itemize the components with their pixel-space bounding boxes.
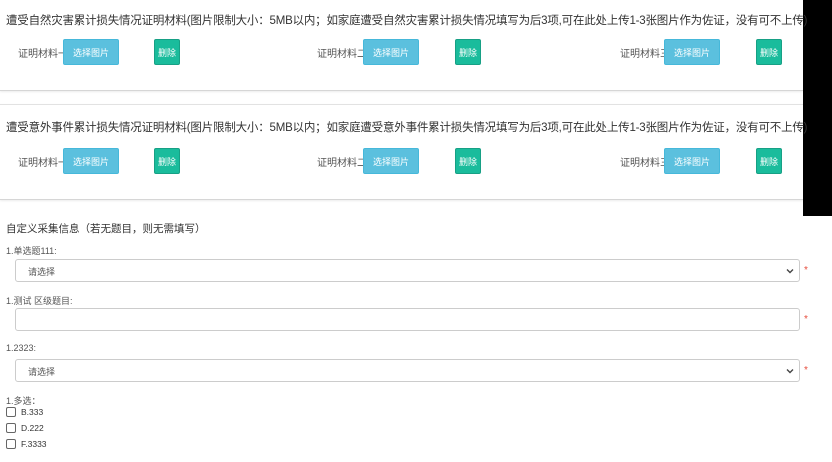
choose-image-button-3[interactable]: 选择图片 [664, 148, 720, 174]
required-mark: * [804, 314, 808, 325]
accident-proof-panel: 遭受意外事件累计损失情况证明材料(图片限制大小：5MB以内；如家庭遭受意外事件累… [0, 104, 808, 200]
question-label: 1.2323: [6, 343, 37, 353]
checkbox[interactable] [6, 407, 16, 417]
checkbox-label: D.222 [21, 423, 44, 433]
chevron-down-icon [786, 269, 794, 274]
delete-button-3[interactable]: 删除 [756, 39, 782, 65]
choose-image-button-2[interactable]: 选择图片 [363, 148, 419, 174]
select-value: 请选择 [28, 267, 56, 277]
choose-image-button-3[interactable]: 选择图片 [664, 39, 720, 65]
delete-button-2[interactable]: 删除 [455, 39, 481, 65]
delete-button-2[interactable]: 删除 [455, 148, 481, 174]
black-region [803, 0, 832, 216]
natural-disaster-proof-panel: 遭受自然灾害累计损失情况证明材料(图片限制大小：5MB以内；如家庭遭受自然灾害累… [0, 0, 808, 91]
checkbox-option[interactable]: F.3333 [6, 439, 47, 449]
checkbox[interactable] [6, 439, 16, 449]
choose-image-button-2[interactable]: 选择图片 [363, 39, 419, 65]
delete-button-1[interactable]: 删除 [154, 148, 180, 174]
question-label: 1.测试 区级题目: [6, 296, 73, 306]
checkbox[interactable] [6, 423, 16, 433]
required-mark: * [804, 365, 808, 376]
checkbox-option[interactable]: D.222 [6, 423, 44, 433]
panel-title: 遭受意外事件累计损失情况证明材料(图片限制大小：5MB以内；如家庭遭受意外事件累… [6, 122, 808, 134]
delete-button-3[interactable]: 删除 [756, 148, 782, 174]
choose-image-button-1[interactable]: 选择图片 [63, 39, 119, 65]
question-2323-select[interactable]: 请选择 [15, 359, 800, 382]
required-mark: * [804, 265, 808, 276]
checkbox-option[interactable]: B.333 [6, 407, 43, 417]
multi-choice-label: 1.多选： [6, 396, 41, 406]
delete-button-1[interactable]: 删除 [154, 39, 180, 65]
choose-image-button-1[interactable]: 选择图片 [63, 148, 119, 174]
custom-section-title: 自定义采集信息（若无题目，则无需填写） [6, 223, 206, 235]
single-choice-select[interactable]: 请选择 [15, 259, 800, 282]
question-label: 1.单选题111: [6, 246, 57, 256]
panel-title: 遭受自然灾害累计损失情况证明材料(图片限制大小：5MB以内；如家庭遭受自然灾害累… [6, 15, 808, 27]
district-question-input[interactable] [15, 308, 800, 331]
checkbox-label: B.333 [21, 407, 44, 417]
checkbox-label: F.3333 [21, 439, 47, 449]
chevron-down-icon [786, 369, 794, 374]
select-value: 请选择 [28, 367, 56, 377]
